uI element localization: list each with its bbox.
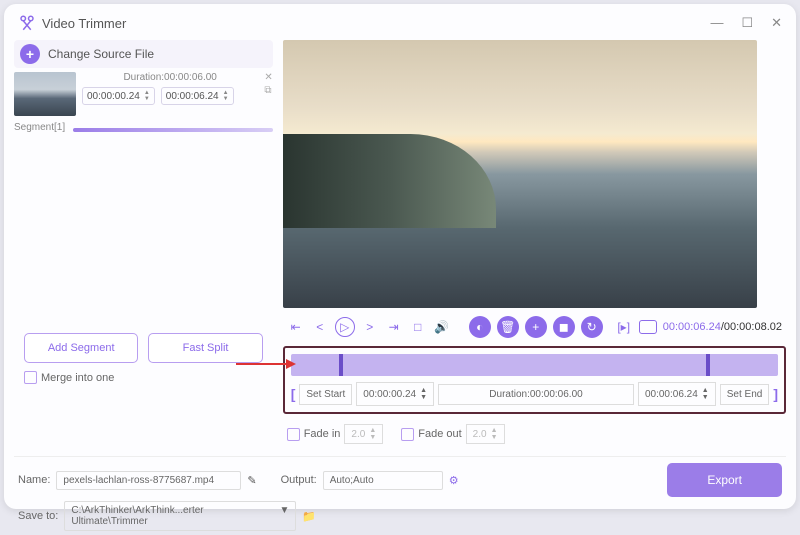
stop-icon[interactable]: □ xyxy=(409,318,427,336)
fade-out-checkbox[interactable] xyxy=(401,428,414,441)
bracket-toggle-icon[interactable]: [▸] xyxy=(615,318,633,336)
refresh-icon[interactable]: ↻ xyxy=(581,316,603,338)
fade-out-label: Fade out xyxy=(418,428,461,440)
segment-label: Segment[1] xyxy=(14,122,65,133)
trim-track[interactable] xyxy=(291,354,778,376)
add-segment-button[interactable]: Add Segment xyxy=(24,333,138,363)
close-button[interactable]: ✕ xyxy=(771,15,782,31)
browse-folder-icon[interactable]: 📁 xyxy=(302,510,316,523)
video-preview[interactable] xyxy=(283,40,757,308)
output-select[interactable]: Auto;Auto xyxy=(323,471,443,490)
trim-start-input[interactable]: 00:00:00.24▲▼ xyxy=(356,382,434,406)
next-frame-icon[interactable]: > xyxy=(361,318,379,336)
segment-copy-icon[interactable]: ⧉ xyxy=(264,85,272,96)
play-icon[interactable]: ▷ xyxy=(335,317,355,337)
export-button[interactable]: Export xyxy=(667,463,782,497)
minimize-button[interactable]: — xyxy=(710,15,723,31)
segment-close-icon[interactable]: ✕ xyxy=(264,72,272,83)
fade-in-checkbox[interactable] xyxy=(287,428,300,441)
fade-in-input[interactable]: 2.0▲▼ xyxy=(344,424,383,444)
segment-duration-label: Duration:00:00:06.00 xyxy=(82,72,258,83)
volume-icon[interactable]: 🔊 xyxy=(433,318,451,336)
output-label: Output: xyxy=(281,474,317,486)
trim-range-box: [ Set Start 00:00:00.24▲▼ Duration:00:00… xyxy=(283,346,786,414)
skip-start-icon[interactable]: ⇤ xyxy=(287,318,305,336)
bracket-right-icon: ] xyxy=(773,386,778,402)
name-value: pexels-lachlan-ross-8775687.mp4 xyxy=(56,471,241,490)
prev-frame-icon[interactable]: < xyxy=(311,318,329,336)
window-title: Video Trimmer xyxy=(42,16,710,31)
tool4-icon[interactable]: ◼ xyxy=(553,316,575,338)
bracket-left-icon: [ xyxy=(291,386,296,402)
name-label: Name: xyxy=(18,474,50,486)
capture-icon[interactable] xyxy=(639,320,657,334)
change-source-button[interactable]: + Change Source File xyxy=(14,40,273,68)
set-end-button[interactable]: Set End xyxy=(720,384,770,405)
edit-name-icon[interactable]: ✎ xyxy=(247,474,256,487)
fade-out-input[interactable]: 2.0▲▼ xyxy=(466,424,505,444)
annotation-arrow xyxy=(236,357,296,371)
merge-label: Merge into one xyxy=(41,372,114,384)
save-path-select[interactable]: C:\ArkThinker\ArkThink...erter Ultimate\… xyxy=(64,501,296,531)
save-to-label: Save to: xyxy=(18,510,58,522)
plus-icon: + xyxy=(20,44,40,64)
app-icon xyxy=(18,14,36,32)
add-icon[interactable]: + xyxy=(525,316,547,338)
tool2-icon[interactable]: 🗑 xyxy=(497,316,519,338)
trim-duration-label: Duration:00:00:06.00 xyxy=(438,384,634,405)
merge-checkbox[interactable] xyxy=(24,371,37,384)
tool1-icon[interactable]: ◐ xyxy=(469,316,491,338)
maximize-button[interactable]: ☐ xyxy=(741,15,753,31)
output-settings-icon[interactable]: ⚙ xyxy=(449,474,459,487)
segment-thumbnail[interactable] xyxy=(14,72,76,116)
time-display: 00:00:06.24/00:00:08.02 xyxy=(663,321,782,333)
skip-end-icon[interactable]: ⇥ xyxy=(385,318,403,336)
set-start-button[interactable]: Set Start xyxy=(299,384,352,405)
trim-end-input[interactable]: 00:00:06.24▲▼ xyxy=(638,382,716,406)
segment-progress[interactable] xyxy=(73,128,273,132)
segment-start-input[interactable]: 00:00:00.24▲▼ xyxy=(82,87,155,105)
fade-in-label: Fade in xyxy=(304,428,341,440)
segment-end-input[interactable]: 00:00:06.24▲▼ xyxy=(161,87,234,105)
